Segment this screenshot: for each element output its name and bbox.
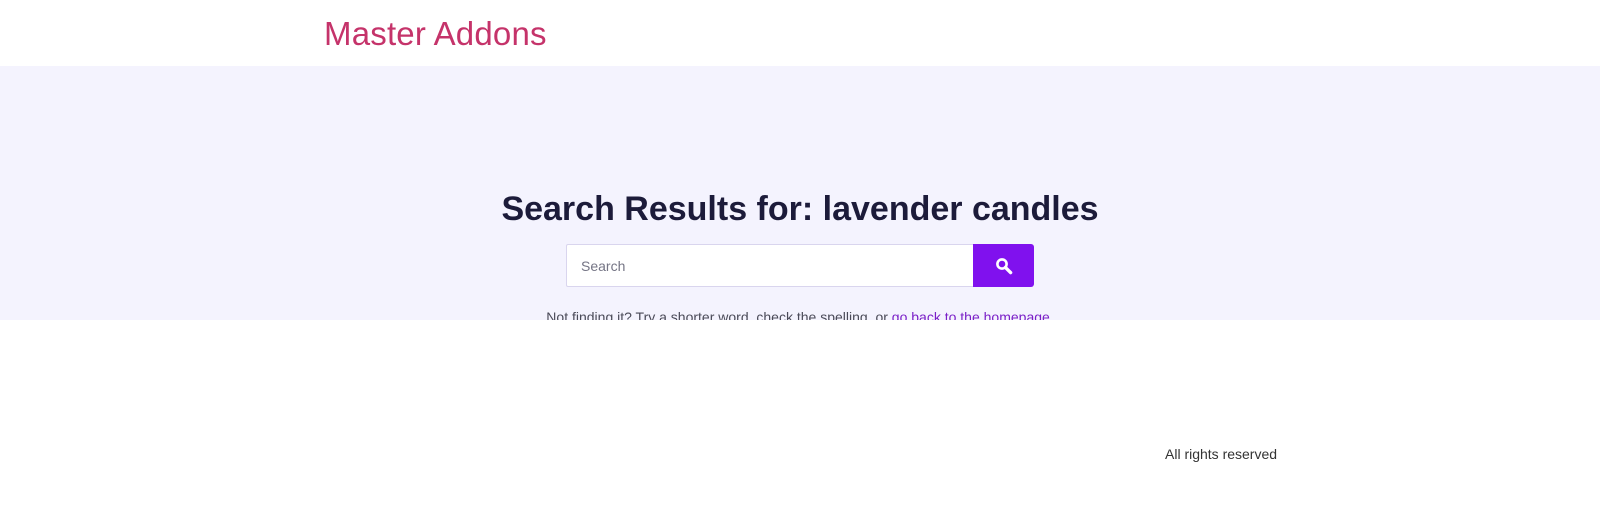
search-hero: Search Results for: lavender candles Not…: [0, 66, 1600, 325]
site-header: Master Addons: [0, 0, 1600, 66]
site-footer: All rights reserved: [0, 320, 1600, 517]
search-button[interactable]: [973, 244, 1034, 287]
search-icon: [995, 257, 1012, 274]
search-form: [566, 244, 1034, 287]
page-title: Search Results for: lavender candles: [501, 190, 1099, 228]
copyright-text: All rights reserved: [1165, 446, 1278, 462]
site-title-link[interactable]: Master Addons: [324, 13, 547, 55]
search-input[interactable]: [566, 244, 973, 287]
